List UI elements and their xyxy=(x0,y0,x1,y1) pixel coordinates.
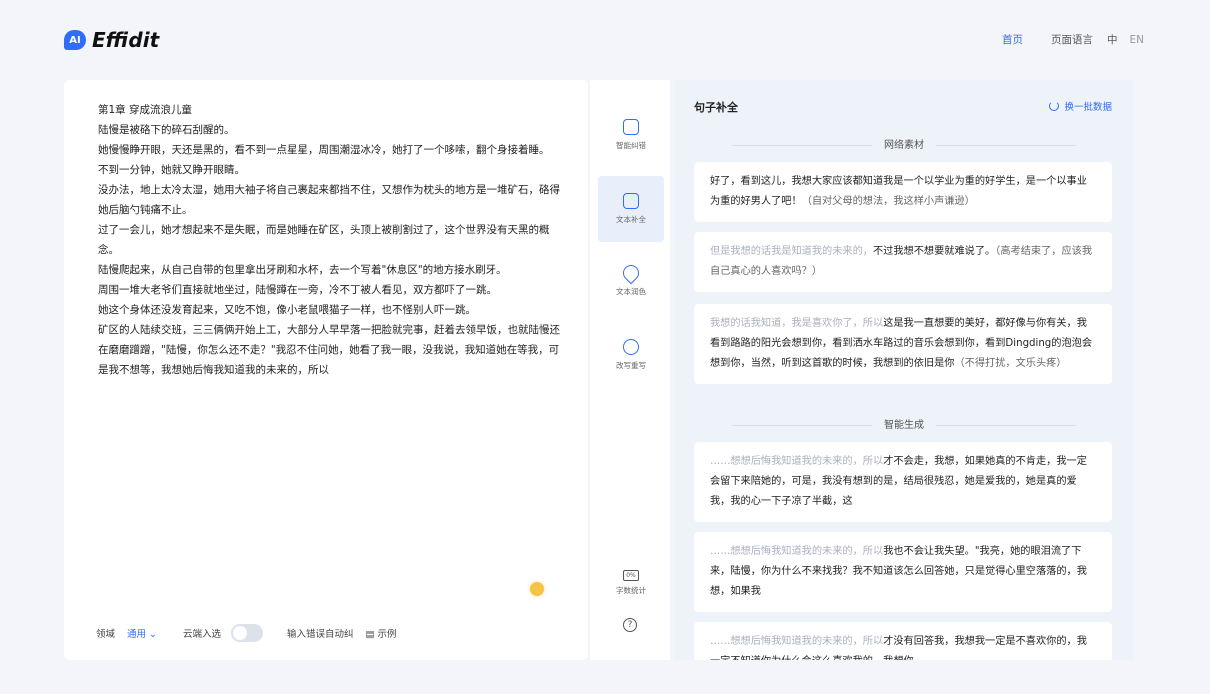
section-ai-generated: 智能生成 xyxy=(674,416,1134,431)
suggestion-card[interactable]: ……想想后悔我知道我的未来的，所以才不会走，我想，如果她真的不肯走，我一定会留下… xyxy=(694,442,1112,522)
status-dot-icon[interactable] xyxy=(530,582,544,596)
editor-line: 她这个身体还没发育起来，又吃不饱，像小老鼠喂猫子一样，也不怪别人吓一跳。 xyxy=(98,304,476,316)
tool-sidebar: 智能纠错 文本补全 文本润色 改写重写 0% 字数统计 ? xyxy=(590,80,670,660)
autocorrect-label: 输入错误自动纠 xyxy=(287,629,354,640)
editor-line: 第1章 穿成流浪儿童 xyxy=(98,104,193,116)
refresh-batch-button[interactable]: 换一批数据 xyxy=(1049,99,1112,113)
editor-line: 矿区的人陆续交班，三三俩俩开始上工，大部分人早早落一把脸就完事，赶着去领早饭，也… xyxy=(98,324,560,376)
help-icon[interactable]: ? xyxy=(623,618,637,632)
tool-error-correction[interactable]: 智能纠错 xyxy=(598,102,664,168)
document-icon xyxy=(623,193,639,209)
editor-footer: 领域 通用 ⌄ 云端入选 输入错误自动纠 ▤ 示例 xyxy=(96,624,397,642)
top-nav: 首页 页面语言 中 EN xyxy=(1002,32,1144,47)
header: AI Effidit 首页 页面语言 中 EN xyxy=(0,0,1210,78)
word-count-icon: 0% xyxy=(623,570,639,581)
logo-icon: AI xyxy=(64,30,86,50)
editor-line: 不到一分钟，她就又睁开眼睛。 xyxy=(98,164,245,176)
suggestion-card[interactable]: ……想想后悔我知道我的未来的，所以我也不会让我失望。"我亮，她的眼泪流了下来，陆… xyxy=(694,532,1112,612)
editor-line: 陆慢是被硌下的碎石刮醒的。 xyxy=(98,124,235,136)
tool-text-polish[interactable]: 文本润色 xyxy=(598,248,664,314)
domain-label: 领域 xyxy=(96,629,116,640)
suggestion-card[interactable]: ……想想后悔我知道我的未来的，所以才没有回答我，我想我一定是不喜欢你的，我一定不… xyxy=(694,622,1112,660)
suggestion-card[interactable]: 好了，看到这儿，我想大家应该都知道我是一个以学业为重的好学生，是一个以事业为重的… xyxy=(694,162,1112,222)
tool-rewrite[interactable]: 改写重写 xyxy=(598,322,664,388)
editor-panel: 第1章 穿成流浪儿童 陆慢是被硌下的碎石刮醒的。 她慢慢睁开眼，天还是黑的，看不… xyxy=(64,80,588,660)
editor-line: 周围一堆大老爷们直接就地坐过，陆慢蹲在一旁，冷不丁被人看见，双方都吓了一跳。 xyxy=(98,284,497,296)
lang-zh-button[interactable]: 中 xyxy=(1107,32,1118,47)
editor-line: 她慢慢睁开眼，天还是黑的，看不到一点星星，周围潮湿冰冷，她打了一个哆嗦，翻个身接… xyxy=(98,144,550,156)
editor-line: 陆慢爬起来，从自己自带的包里拿出牙刷和水杯，去一个写着"休息区"的地方接水刷牙。 xyxy=(98,264,507,276)
editor-line: 没办法，地上太冷太湿，她用大袖子将自己裹起来都挡不住，又想作为枕头的地方是一堆矿… xyxy=(98,184,560,216)
nav-home-link[interactable]: 首页 xyxy=(1002,32,1023,47)
logo[interactable]: AI Effidit xyxy=(64,28,159,52)
word-count-button[interactable]: 0% 字数统计 xyxy=(616,570,646,596)
logo-text: Effidit xyxy=(92,28,160,52)
scan-icon xyxy=(623,119,639,135)
suggestion-panel: 句子补全 换一批数据 网络素材 好了，看到这儿，我想大家应该都知道我是一个以学业… xyxy=(674,80,1134,660)
lang-en-button[interactable]: EN xyxy=(1130,34,1145,46)
cloud-label: 云端入选 xyxy=(183,629,222,640)
suggestion-card[interactable]: 但是我想的话我是知道我的未来的，不过我想不想要就难说了。（高考结束了，应该我自己… xyxy=(694,232,1112,292)
section-web-material: 网络素材 xyxy=(674,136,1134,151)
tool-text-completion[interactable]: 文本补全 xyxy=(598,176,664,242)
panel-title: 句子补全 xyxy=(694,101,738,114)
suggestion-card[interactable]: 我想的话我知道，我是喜欢你了，所以这是我一直想要的美好，都好像与你有关，我看到路… xyxy=(694,304,1112,384)
refresh-icon xyxy=(623,339,639,355)
cloud-toggle[interactable] xyxy=(231,624,264,642)
refresh-icon xyxy=(1049,101,1060,111)
drop-icon xyxy=(619,261,643,285)
editor-line: 过了一会儿，她才想起来不是失眠，而是她睡在矿区，头顶上被削割过了，这个世界没有天… xyxy=(98,224,550,256)
editor-textarea[interactable]: 第1章 穿成流浪儿童 陆慢是被硌下的碎石刮醒的。 她慢慢睁开眼，天还是黑的，看不… xyxy=(98,100,568,380)
domain-select[interactable]: 通用 ⌄ xyxy=(127,626,157,640)
example-button[interactable]: ▤ 示例 xyxy=(366,626,397,640)
language-label: 页面语言 xyxy=(1051,34,1093,46)
